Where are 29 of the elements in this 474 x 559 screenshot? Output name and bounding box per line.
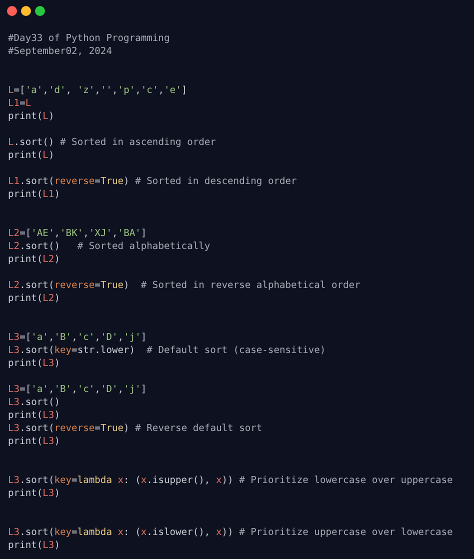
code-line: L=['a','d', 'z','','p','c','e'] [8, 84, 188, 97]
code-line: L3.sort(key=lambda x: (x.islower(), x)) # Prioritize uppercase over lowercase [8, 526, 453, 539]
window-close-button[interactable] [7, 6, 17, 16]
window-minimize-button[interactable] [21, 6, 31, 16]
code-line: L1=L [8, 97, 32, 110]
code-line: print(L1) [8, 188, 60, 201]
code-line: L2=['AE','BK','XJ','BA'] [8, 227, 147, 240]
code-line: print(L3) [8, 357, 60, 370]
code-line: print(L3) [8, 487, 60, 500]
code-line: L3.sort(key=str.lower) # Default sort (case-sensitive) [8, 344, 326, 357]
code-line: L2.sort() # Sorted alphabetically [8, 240, 210, 253]
code-line: L3.sort(reverse=True) # Reverse default sort [8, 422, 262, 435]
code-line: print(L2) [8, 253, 60, 266]
code-line: #Day33 of Python Programming [8, 32, 170, 45]
window-maximize-button[interactable] [35, 6, 45, 16]
code-line: print(L) [8, 149, 54, 162]
code-line: L3.sort() [8, 396, 60, 409]
code-line: L3=['a','B','c','D','j'] [8, 383, 147, 396]
code-line: print(L) [8, 110, 54, 123]
code-line: print(L3) [8, 409, 60, 422]
code-line: print(L3) [8, 435, 60, 448]
code-line: L3=['a','B','c','D','j'] [8, 331, 147, 344]
code-line: L1.sort(reverse=True) # Sorted in descending order [8, 175, 297, 188]
code-line: print(L2) [8, 292, 60, 305]
code-line: L2.sort(reverse=True) # Sorted in reverse alphabetical order [8, 279, 360, 292]
code-line: print(L3) [8, 539, 60, 552]
code-line: L3.sort(key=lambda x: (x.isupper(), x)) # Prioritize lowercase over uppercase [8, 474, 453, 487]
code-line: #September02, 2024 [8, 45, 112, 58]
code-line: L.sort() # Sorted in ascending order [8, 136, 216, 149]
